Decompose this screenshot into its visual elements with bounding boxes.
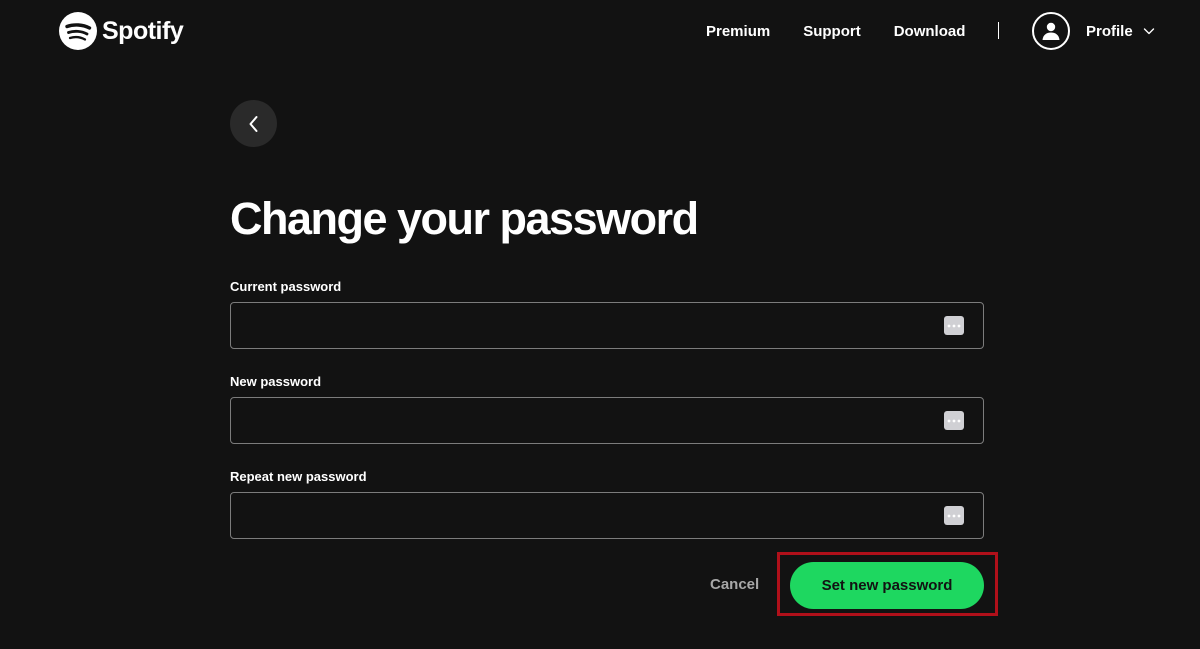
spotify-logo-icon bbox=[59, 12, 97, 50]
user-icon bbox=[1042, 22, 1060, 40]
spotify-logo-link[interactable]: Spotify bbox=[59, 12, 184, 50]
top-navigation: Spotify Premium Support Download Profile bbox=[0, 0, 1200, 62]
page-title: Change your password bbox=[230, 193, 699, 244]
repeat-password-label: Repeat new password bbox=[230, 469, 367, 484]
dots-icon bbox=[947, 419, 961, 422]
current-password-label: Current password bbox=[230, 279, 342, 294]
cancel-button[interactable]: Cancel bbox=[710, 576, 759, 593]
password-manager-icon[interactable] bbox=[944, 316, 964, 335]
new-password-field[interactable] bbox=[230, 397, 984, 444]
current-password-field[interactable] bbox=[230, 302, 984, 349]
current-password-input[interactable] bbox=[231, 303, 931, 348]
nav-divider bbox=[998, 22, 999, 39]
chevron-left-icon bbox=[249, 115, 257, 132]
profile-label: Profile bbox=[1086, 22, 1133, 40]
repeat-password-field[interactable] bbox=[230, 492, 984, 539]
password-manager-icon[interactable] bbox=[944, 411, 964, 430]
repeat-password-input[interactable] bbox=[231, 493, 931, 538]
set-new-password-button[interactable]: Set new password bbox=[790, 562, 984, 609]
dots-icon bbox=[947, 514, 961, 517]
nav-support-link[interactable]: Support bbox=[803, 23, 861, 40]
nav-download-link[interactable]: Download bbox=[894, 23, 966, 40]
new-password-input[interactable] bbox=[231, 398, 931, 443]
back-button[interactable] bbox=[230, 100, 277, 147]
dots-icon bbox=[947, 324, 961, 327]
chevron-down-icon bbox=[1143, 28, 1154, 35]
nav-premium-link[interactable]: Premium bbox=[706, 23, 770, 40]
avatar bbox=[1032, 12, 1070, 50]
main-nav: Premium Support Download bbox=[706, 20, 965, 42]
profile-menu-button[interactable]: Profile bbox=[1032, 12, 1155, 50]
new-password-label: New password bbox=[230, 374, 322, 389]
password-manager-icon[interactable] bbox=[944, 506, 964, 525]
brand-name: Spotify bbox=[102, 16, 184, 45]
